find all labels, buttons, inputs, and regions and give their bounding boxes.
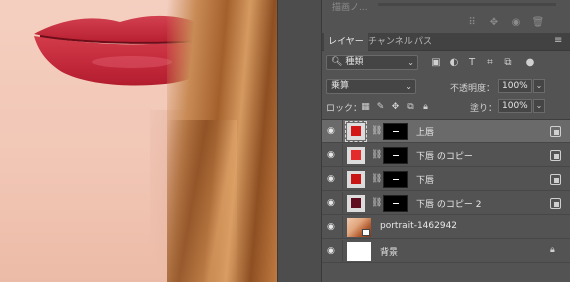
background-thumbnail[interactable] xyxy=(347,242,371,261)
layer-list: ◉ ⛓ 上唇 ◉ ⛓ 下唇 のコピー ◉ ⛓ 下唇 ◉ ⛓ 下唇 のコピー 2 … xyxy=(322,119,570,282)
upper-panel-footer: ⠿ ✥ ◉ 🗑 xyxy=(322,12,570,32)
row-divider xyxy=(342,192,343,215)
panel-menu-icon[interactable]: ≡ xyxy=(554,36,564,46)
search-icon: 🔍︎ xyxy=(331,57,343,67)
clipping-indicator-icon xyxy=(550,126,561,137)
tab-channels[interactable]: チャンネル xyxy=(364,33,417,51)
mask-link-icon[interactable]: ⛓ xyxy=(371,126,382,137)
blend-mode-value: 乗算 xyxy=(331,81,350,91)
layer-row-upper-lip[interactable]: ◉ ⛓ 上唇 xyxy=(322,120,570,143)
row-divider xyxy=(342,120,343,143)
layers-panel: 描画ノ... ⠿ ✥ ◉ 🗑 レイヤー チャンネル パス ≡ 🔍︎ 種類 ⌄ ▣… xyxy=(322,0,570,282)
filter-kind-select[interactable]: 🔍︎ 種類 ⌄ xyxy=(326,55,418,70)
fill-input[interactable]: 100% xyxy=(498,99,532,113)
color-fill-swatch xyxy=(351,198,361,208)
layer-mask-thumbnail[interactable] xyxy=(383,147,408,164)
layer-name[interactable]: 下唇 のコピー xyxy=(416,149,473,162)
mask-link-icon[interactable]: ⛓ xyxy=(371,198,382,209)
layer-name[interactable]: 下唇 xyxy=(416,173,434,186)
layer-name[interactable]: 背景 xyxy=(380,245,398,258)
filter-kind-label: 種類 xyxy=(345,57,364,67)
lock-pixels-icon[interactable]: ✎ xyxy=(375,101,386,112)
fill-label: 塗り： xyxy=(470,104,498,114)
tab-paths[interactable]: パス xyxy=(410,33,436,51)
fill-dropdown-button[interactable]: ⌄ xyxy=(533,99,545,113)
clipping-indicator-icon xyxy=(550,150,561,161)
layer-name[interactable]: 上唇 xyxy=(416,125,434,138)
blend-mode-select[interactable]: 乗算 ⌄ xyxy=(326,79,416,94)
move-icon[interactable]: ✥ xyxy=(488,16,500,28)
mask-link-icon[interactable]: ⛓ xyxy=(371,174,382,185)
smart-object-icon xyxy=(362,229,370,236)
layer-mask-thumbnail[interactable] xyxy=(383,171,408,188)
clipping-indicator-icon xyxy=(550,198,561,209)
layer-name[interactable]: portrait-1462942 xyxy=(380,221,457,231)
panel-dock-strip xyxy=(277,0,322,282)
layer-row-lower-lip-copy-2[interactable]: ◉ ⛓ 下唇 のコピー 2 xyxy=(322,192,570,215)
layer-row-background[interactable]: ◉ 背景 🔒︎ xyxy=(322,240,570,263)
visibility-eye-icon[interactable]: ◉ xyxy=(327,198,339,208)
layer-name[interactable]: 下唇 のコピー 2 xyxy=(416,197,481,210)
trash-icon[interactable]: 🗑 xyxy=(532,16,545,28)
layer-row-portrait[interactable]: ◉ portrait-1462942 xyxy=(322,216,570,239)
clipping-indicator-icon xyxy=(550,174,561,185)
chevron-down-icon: ⌄ xyxy=(407,58,414,67)
opacity-input[interactable]: 100% xyxy=(498,79,532,93)
panel-tab-bar: レイヤー チャンネル パス ≡ xyxy=(322,33,570,51)
blend-row: 乗算 ⌄ 不透明度： 100% ⌄ xyxy=(322,78,570,96)
upper-panel-slider[interactable] xyxy=(378,3,556,6)
lock-position-icon[interactable]: ✥ xyxy=(390,101,401,112)
lock-transparency-icon[interactable]: ▦ xyxy=(360,101,371,112)
layer-filter-row: 🔍︎ 種類 ⌄ ▣ ◐ T ⌗ ⧉ ● xyxy=(322,53,570,73)
document-canvas[interactable] xyxy=(0,0,277,282)
opacity-label: 不透明度： xyxy=(450,84,496,94)
image-filter-icon[interactable]: ▣ xyxy=(430,56,442,68)
filter-icons: ▣ ◐ T ⌗ ⧉ ● xyxy=(430,56,570,70)
lock-icon: 🔒︎ xyxy=(550,245,555,255)
thumbnail-focus-ring xyxy=(345,121,367,142)
layer-thumbnail[interactable] xyxy=(347,195,365,212)
opacity-dropdown-button[interactable]: ⌄ xyxy=(533,79,545,93)
visibility-eye-icon[interactable]: ◉ xyxy=(327,222,339,232)
row-divider xyxy=(342,144,343,167)
layer-thumbnail[interactable] xyxy=(347,171,365,188)
layer-row-lower-lip[interactable]: ◉ ⛓ 下唇 xyxy=(322,168,570,191)
row-divider xyxy=(342,240,343,263)
layer-mask-thumbnail[interactable] xyxy=(383,195,408,212)
visibility-eye-icon[interactable]: ◉ xyxy=(327,126,339,136)
shape-filter-icon[interactable]: ⌗ xyxy=(484,56,496,68)
tab-layers[interactable]: レイヤー xyxy=(324,33,368,51)
adjustment-filter-icon[interactable]: ◐ xyxy=(448,56,460,68)
filter-toggle-icon[interactable]: ● xyxy=(524,56,536,68)
smart-object-filter-icon[interactable]: ⧉ xyxy=(502,56,514,68)
lock-artboard-icon[interactable]: ⧉ xyxy=(405,101,416,112)
layer-thumbnail[interactable] xyxy=(347,147,365,164)
upper-panel-remnant: 描画ノ... xyxy=(322,0,570,13)
type-filter-icon[interactable]: T xyxy=(466,56,478,68)
lock-all-icon[interactable]: 🔒︎ xyxy=(420,101,431,112)
hair-highlights xyxy=(167,120,237,282)
mask-link-icon[interactable]: ⛓ xyxy=(371,150,382,161)
layer-mask-thumbnail[interactable] xyxy=(383,123,408,140)
color-fill-swatch xyxy=(351,150,361,160)
lock-row: ロック： ▦ ✎ ✥ ⧉ 🔒︎ 塗り： 100% ⌄ xyxy=(322,99,570,117)
visibility-eye-icon[interactable]: ◉ xyxy=(327,150,339,160)
color-fill-swatch xyxy=(351,174,361,184)
smart-object-thumbnail[interactable] xyxy=(347,218,371,237)
chevron-down-icon: ⌄ xyxy=(405,82,412,91)
eye-icon[interactable]: ◉ xyxy=(510,16,522,28)
lock-label: ロック： xyxy=(326,104,363,114)
row-divider xyxy=(342,216,343,239)
row-divider xyxy=(342,168,343,191)
visibility-eye-icon[interactable]: ◉ xyxy=(327,246,339,256)
grid-icon[interactable]: ⠿ xyxy=(466,16,478,28)
visibility-eye-icon[interactable]: ◉ xyxy=(327,174,339,184)
layer-row-lower-lip-copy[interactable]: ◉ ⛓ 下唇 のコピー xyxy=(322,144,570,167)
